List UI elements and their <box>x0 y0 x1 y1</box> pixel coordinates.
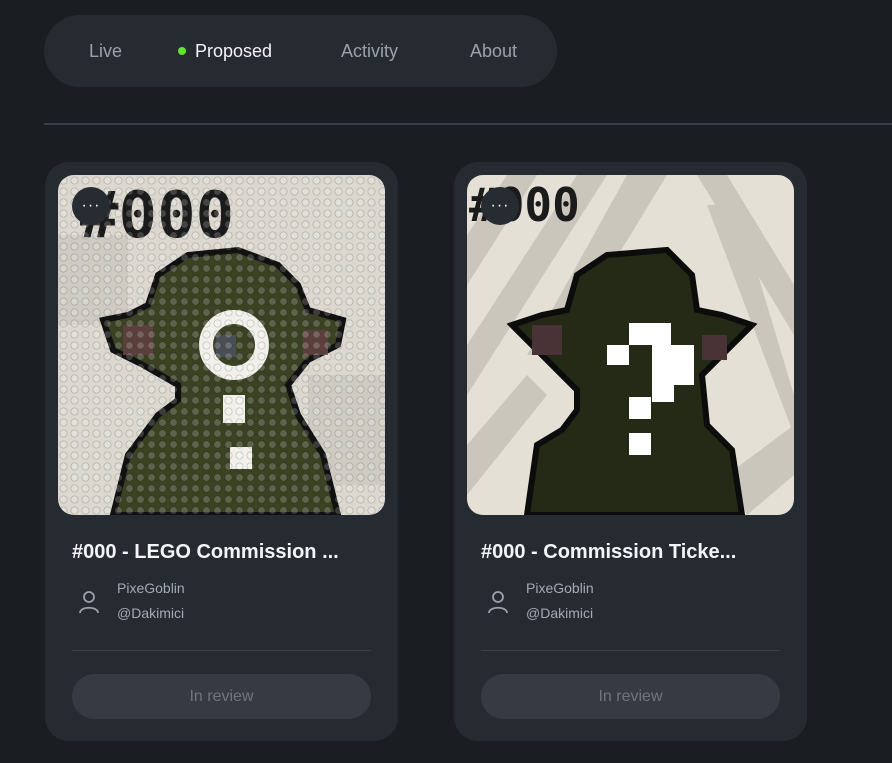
card-divider <box>481 650 780 651</box>
artwork-image[interactable]: #000 ··· <box>58 175 385 515</box>
tab-activity-label: Activity <box>341 40 399 61</box>
tab-activity[interactable]: Activity <box>341 15 398 87</box>
status-button[interactable]: In review <box>72 674 371 719</box>
artwork-image[interactable]: #000 ··· <box>467 175 794 515</box>
creator-name: PixeGoblin <box>526 580 594 596</box>
proposal-card[interactable]: #000 ··· #000 - LEGO Commission ... Pixe… <box>45 162 398 741</box>
tab-live-label: Live <box>89 40 123 61</box>
lego-goblin-artwork: #000 <box>58 175 385 515</box>
tab-proposed-label: Proposed <box>195 40 273 61</box>
creator-handle: @Dakimici <box>117 605 185 621</box>
section-divider <box>44 123 892 125</box>
card-title[interactable]: #000 - LEGO Commission ... <box>72 541 372 564</box>
tab-proposed[interactable]: Proposed <box>178 15 272 87</box>
creator-info[interactable]: PixeGoblin @Dakimici <box>72 578 372 628</box>
card-divider <box>72 650 371 651</box>
status-button[interactable]: In review <box>481 674 780 719</box>
creator-handle: @Dakimici <box>526 605 594 621</box>
more-options-button[interactable]: ··· <box>481 187 519 225</box>
card-title[interactable]: #000 - Commission Ticke... <box>481 541 781 564</box>
creator-info[interactable]: PixeGoblin @Dakimici <box>481 578 781 628</box>
proposal-card[interactable]: #000 ··· #000 - Commission Ticke... Pixe… <box>454 162 807 741</box>
user-icon <box>79 591 99 614</box>
more-options-button[interactable]: ··· <box>72 187 110 225</box>
tab-bar: Live Proposed Activity About <box>44 15 557 87</box>
goblin-ticket-artwork: #000 <box>467 175 794 515</box>
tab-about-label: About <box>470 40 518 61</box>
user-icon <box>488 591 508 614</box>
creator-name: PixeGoblin <box>117 580 185 596</box>
tab-about[interactable]: About <box>470 15 517 87</box>
tab-live[interactable]: Live <box>89 15 122 87</box>
active-indicator-dot <box>178 47 186 55</box>
